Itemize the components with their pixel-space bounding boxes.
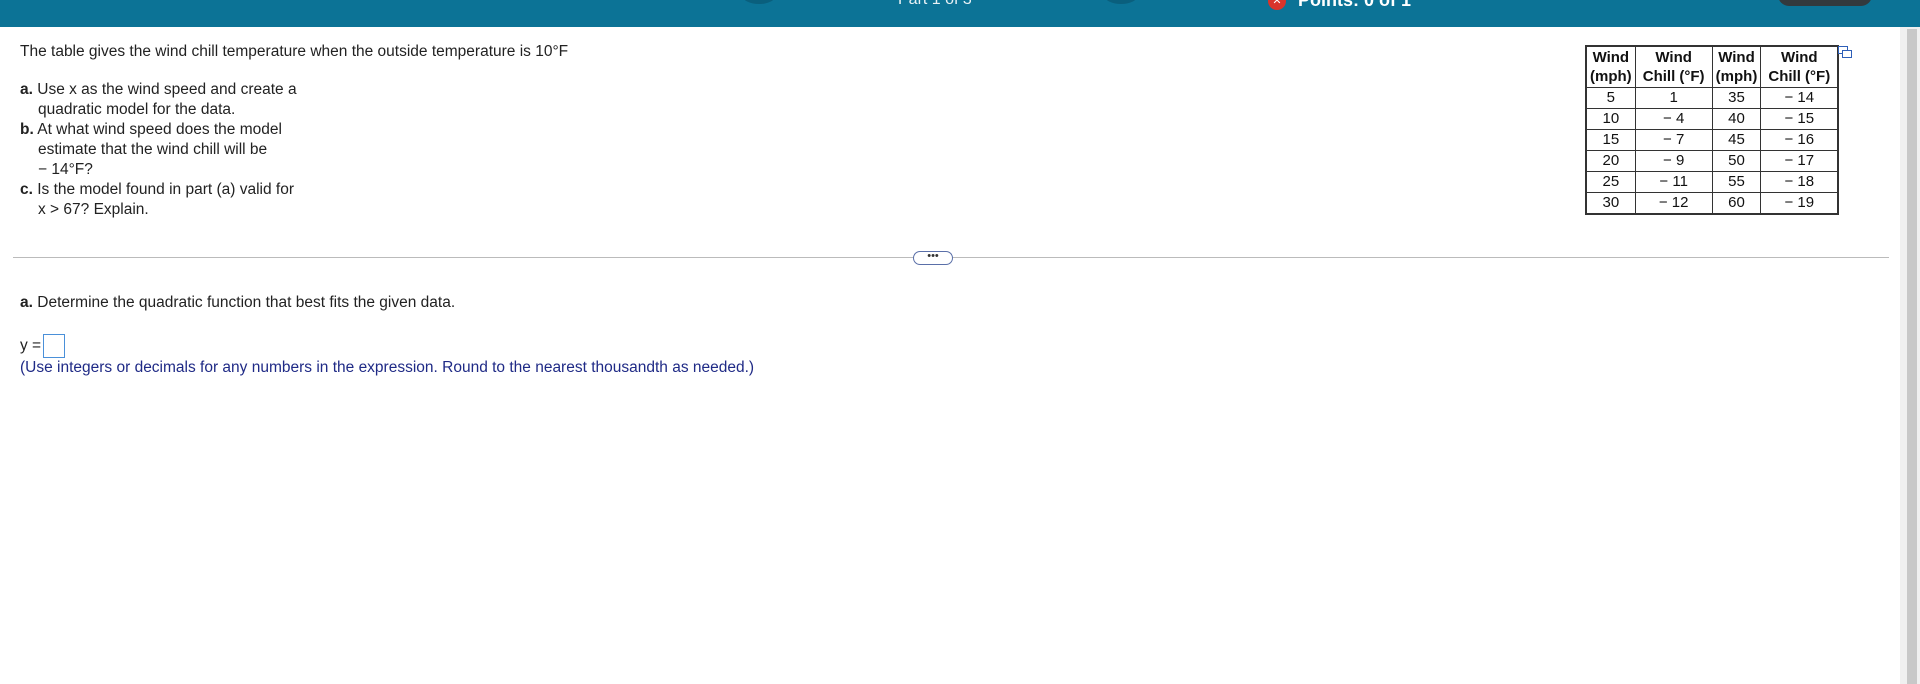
table-header-cell: Wind (mph) [1711,45,1762,88]
part-indicator: Part 1 of 3 [898,0,972,9]
part-b-line-2: estimate that the wind chill will be [38,141,268,158]
table-row: 20 − 9 50 − 17 [1585,150,1839,172]
answer-prompt-text: Determine the quadratic function that be… [37,294,456,311]
table-cell: − 15 [1760,108,1839,130]
part-b-line-3: − 14°F? [38,161,93,178]
table-cell: 15 [1585,129,1636,151]
part-a-line-2: quadratic model for the data. [38,101,236,118]
copy-table-icon[interactable] [1838,46,1852,58]
table-cell: − 11 [1634,171,1713,193]
answer-hint: (Use integers or decimals for any number… [20,359,755,376]
answer-prompt-letter: a. [20,294,33,311]
table-header-cell: Wind Chill (°F) [1634,45,1713,88]
table-cell: − 19 [1760,192,1839,215]
incorrect-x-icon: ✕ [1268,0,1286,10]
part-b: b. At what wind speed does the model est… [20,120,297,180]
part-a-letter: a. [20,81,33,98]
table-cell: 10 [1585,108,1636,130]
table-cell: − 12 [1634,192,1713,215]
part-c-line-2: x > 67? Explain. [38,201,149,218]
answer-line: y = [20,334,66,358]
table-cell: 35 [1711,87,1762,109]
question-parts: a. Use x as the wind speed and create a … [20,80,297,220]
table-row: 5 1 35 − 14 [1585,87,1839,109]
table-cell: 30 [1585,192,1636,215]
part-a-line-1: Use x as the wind speed and create a [37,81,297,98]
table-cell: 20 [1585,150,1636,172]
part-b-letter: b. [20,121,34,138]
check-answer-button[interactable] [1778,0,1872,6]
table-cell: 40 [1711,108,1762,130]
expand-more-button[interactable]: ••• [913,251,953,265]
answer-input-box[interactable] [43,334,66,358]
table-cell: 45 [1711,129,1762,151]
table-cell: − 18 [1760,171,1839,193]
table-header-cell: Wind Chill (°F) [1760,45,1839,88]
table-row: 10 − 4 40 − 15 [1585,108,1839,130]
table-cell: 55 [1711,171,1762,193]
table-row: 30 − 12 60 − 19 [1585,192,1839,215]
table-cell: 60 [1711,192,1762,215]
part-a: a. Use x as the wind speed and create a … [20,80,297,120]
table-cell: − 16 [1760,129,1839,151]
table-cell: 5 [1585,87,1636,109]
table-cell: 50 [1711,150,1762,172]
table-cell: 1 [1634,87,1713,109]
wind-chill-table: Wind (mph) Wind Chill (°F) Wind (mph) Wind C… [1585,45,1840,215]
previous-question-button[interactable] [742,0,776,4]
table-cell: − 4 [1634,108,1713,130]
scrollbar-thumb[interactable] [1907,29,1917,684]
table-cell: 25 [1585,171,1636,193]
answer-prompt: a. Determine the quadratic function that… [20,294,455,312]
table-cell: − 9 [1634,150,1713,172]
table-cell: − 7 [1634,129,1713,151]
part-c: c. Is the model found in part (a) valid … [20,180,297,220]
table-header-cell: Wind (mph) [1585,45,1636,88]
next-question-button[interactable] [1104,0,1138,4]
part-b-line-1: At what wind speed does the model [37,121,282,138]
table-header-row: Wind (mph) Wind Chill (°F) Wind (mph) Wind C… [1585,45,1839,88]
table-row: 15 − 7 45 − 16 [1585,129,1839,151]
part-c-line-1: Is the model found in part (a) valid for [37,181,294,198]
y-equals-label: y = [20,337,42,354]
question-intro: The table gives the wind chill temperatu… [20,43,569,60]
part-c-letter: c. [20,181,33,198]
points-indicator: Points: 0 of 1 [1298,0,1412,10]
table-cell: − 17 [1760,150,1839,172]
table-row: 25 − 11 55 − 18 [1585,171,1839,193]
table-cell: − 14 [1760,87,1839,109]
top-bar: Part 1 of 3 ✕ Points: 0 of 1 [0,0,1920,27]
